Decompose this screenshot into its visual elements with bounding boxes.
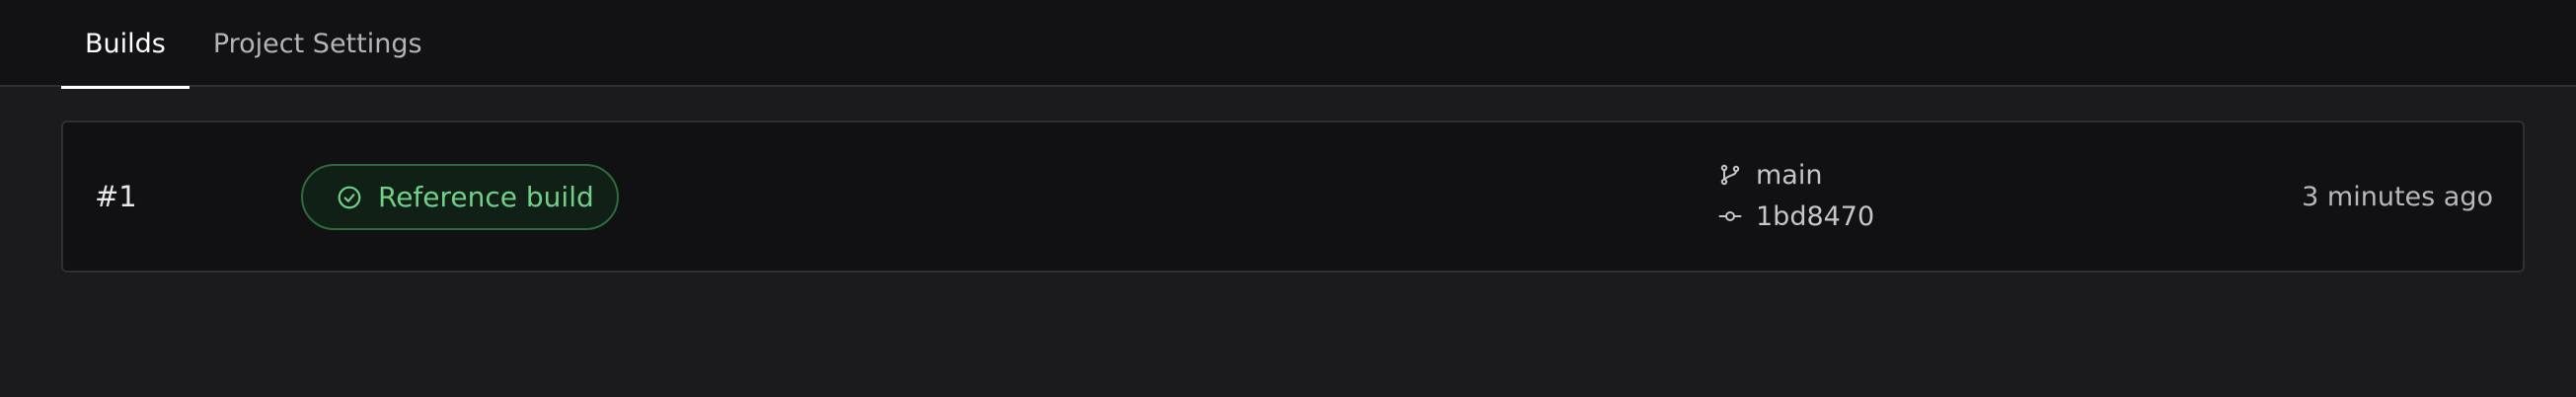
commit-hash: 1bd8470 [1756,200,1875,232]
branch-name: main [1756,159,1823,191]
branch-info: main [1718,158,1874,192]
build-timestamp: 3 minutes ago [2302,181,2493,212]
tab-project-settings[interactable]: Project Settings [189,0,422,87]
status-badge-label: Reference build [378,181,594,213]
tab-bar: Builds Project Settings [61,0,422,89]
top-nav: Builds Project Settings [0,0,2576,89]
check-circle-icon [338,186,361,208]
build-row[interactable]: #1 Reference build main 1bd8470 3 minute… [61,120,2525,273]
tab-builds-label: Builds [85,28,166,59]
tab-builds[interactable]: Builds [61,0,189,89]
status-badge: Reference build [301,164,619,230]
build-number: #1 [95,180,137,213]
git-branch-icon [1720,164,1740,186]
commit-info: 1bd8470 [1718,199,1874,233]
git-meta: main 1bd8470 [1718,158,1874,233]
tab-project-settings-label: Project Settings [212,28,422,59]
git-commit-icon [1718,211,1742,221]
